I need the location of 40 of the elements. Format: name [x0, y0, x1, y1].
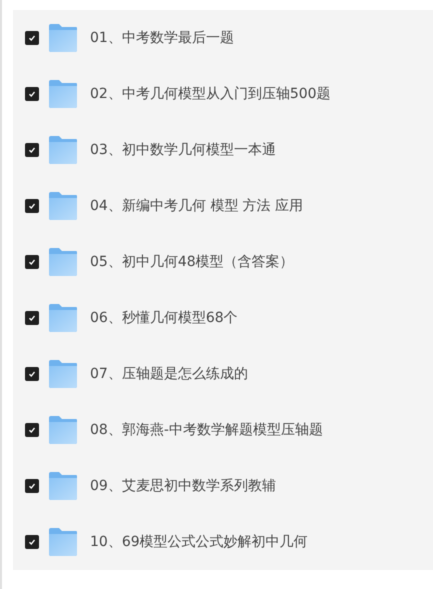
check-icon — [28, 370, 36, 378]
folder-name[interactable]: 07、压轴题是怎么练成的 — [90, 364, 248, 384]
checkbox[interactable] — [25, 87, 39, 101]
folder-icon — [48, 24, 78, 52]
check-icon — [28, 482, 36, 490]
folder-name[interactable]: 02、中考几何模型从入门到压轴500题 — [90, 84, 331, 104]
checkbox[interactable] — [25, 311, 39, 325]
folder-icon — [48, 304, 78, 332]
folder-name[interactable]: 08、郭海燕-中考数学解题模型压轴题 — [90, 420, 323, 440]
checkbox[interactable] — [25, 255, 39, 269]
folder-icon — [48, 528, 78, 556]
folder-icon — [48, 192, 78, 220]
checkbox[interactable] — [25, 367, 39, 381]
folder-icon — [48, 248, 78, 276]
folder-name[interactable]: 09、艾麦思初中数学系列教辅 — [90, 476, 276, 496]
check-icon — [28, 90, 36, 98]
checkbox[interactable] — [25, 423, 39, 437]
checkbox[interactable] — [25, 143, 39, 157]
folder-name[interactable]: 06、秒懂几何模型68个 — [90, 308, 238, 328]
folder-name[interactable]: 03、初中数学几何模型一本通 — [90, 140, 276, 160]
check-icon — [28, 202, 36, 210]
folder-icon — [48, 472, 78, 500]
check-icon — [28, 34, 36, 42]
checkbox[interactable] — [25, 199, 39, 213]
checkbox[interactable] — [25, 479, 39, 493]
folder-name[interactable]: 01、中考数学最后一题 — [90, 28, 234, 48]
folder-icon — [48, 80, 78, 108]
check-icon — [28, 314, 36, 322]
check-icon — [28, 426, 36, 434]
folder-icon — [48, 136, 78, 164]
check-icon — [28, 538, 36, 546]
check-icon — [28, 258, 36, 266]
checkbox[interactable] — [25, 31, 39, 45]
folder-icon — [48, 416, 78, 444]
checkbox[interactable] — [25, 535, 39, 549]
check-icon — [28, 146, 36, 154]
folder-name[interactable]: 10、69模型公式公式妙解初中几何 — [90, 532, 308, 552]
folder-name[interactable]: 04、新编中考几何 模型 方法 应用 — [90, 196, 304, 216]
folder-icon — [48, 360, 78, 388]
folder-name[interactable]: 05、初中几何48模型（含答案） — [90, 252, 294, 272]
